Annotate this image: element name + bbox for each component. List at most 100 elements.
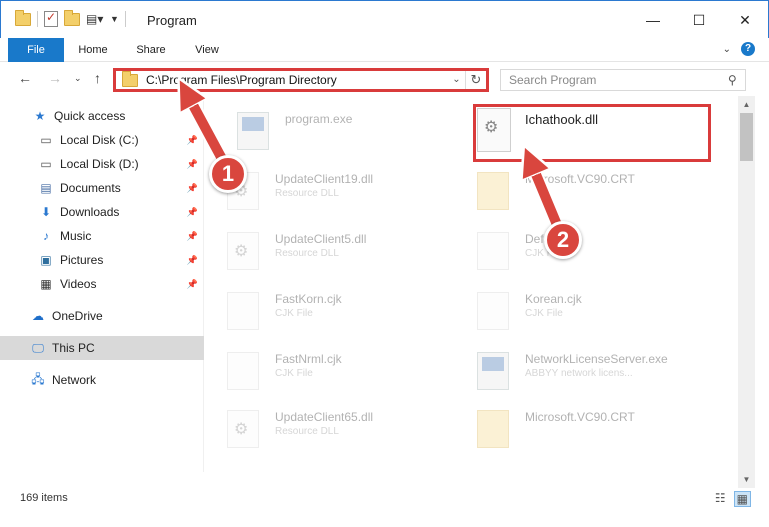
folder-icon — [477, 172, 509, 210]
search-input[interactable]: Search Program — [509, 73, 728, 87]
sidebar-item-label: Videos — [60, 277, 97, 291]
sidebar-item-this-pc[interactable]: 🖵 This PC — [0, 336, 204, 360]
sidebar-item-onedrive[interactable]: ☁ OneDrive — [0, 304, 204, 328]
file-type: Resource DLL — [275, 248, 339, 259]
search-box[interactable]: Search Program ⚲ — [500, 69, 746, 91]
file-item[interactable]: program.exe — [215, 104, 455, 154]
star-icon: ★ — [34, 109, 46, 123]
sidebar-item-documents[interactable]: ▤ Documents 📌 — [0, 176, 204, 200]
close-button[interactable]: ✕ — [722, 1, 768, 39]
file-icon — [477, 292, 509, 330]
properties-icon[interactable] — [44, 10, 58, 27]
computer-icon: 🖵 — [32, 340, 44, 355]
address-path[interactable]: C:\Program Files\Program Directory — [146, 73, 448, 87]
sidebar-item-label: Local Disk (D:) — [60, 157, 139, 171]
tab-file[interactable]: File — [8, 38, 64, 62]
status-bar: 169 items ☷ ▦ — [0, 488, 769, 510]
pin-icon[interactable]: 📌 — [187, 159, 198, 170]
minimize-button[interactable]: — — [630, 1, 676, 39]
toolbar-divider — [124, 11, 126, 27]
file-icon — [227, 292, 259, 330]
scroll-up-icon[interactable]: ▲ — [738, 96, 755, 113]
file-name: NetworkLicenseServer.exe — [525, 352, 668, 366]
videos-icon: ▦ — [40, 277, 52, 291]
file-item[interactable]: Korean.cjk CJK File — [455, 284, 695, 334]
pin-icon[interactable]: 📌 — [187, 279, 198, 290]
pin-icon[interactable]: 📌 — [187, 255, 198, 266]
sidebar-item-label: Documents — [60, 181, 121, 195]
file-type: ABBYY network licens... — [525, 368, 633, 379]
sidebar-item-pictures[interactable]: ▣ Pictures 📌 — [0, 248, 204, 272]
window-controls: — ☐ ✕ — [630, 1, 768, 39]
search-icon[interactable]: ⚲ — [728, 73, 737, 87]
sidebar-item-videos[interactable]: ▦ Videos 📌 — [0, 272, 204, 296]
navigation-pane: ★ Quick access ▭ Local Disk (C:) 📌 ▭ Loc… — [0, 100, 204, 472]
scroll-down-icon[interactable]: ▼ — [738, 471, 755, 488]
expand-ribbon-icon[interactable]: ⌄ — [723, 44, 731, 55]
sidebar-item-label: Pictures — [60, 253, 104, 267]
file-item[interactable]: Microsoft.VC90.CRT — [455, 164, 695, 214]
file-item[interactable]: UpdateClient5.dll Resource DLL — [205, 224, 445, 274]
help-icon[interactable]: ? — [741, 42, 755, 56]
highlight-box — [473, 104, 711, 162]
quick-access-toolbar: ▤▾ ▼ — [15, 9, 126, 27]
sidebar-item-network[interactable]: 🖧 Network — [0, 368, 204, 392]
large-icons-view-icon[interactable]: ▦ — [733, 491, 751, 507]
recent-locations-icon[interactable]: ⌄ — [74, 73, 82, 84]
file-name: Korean.cjk — [525, 292, 582, 306]
file-name: FastKorn.cjk — [275, 292, 342, 306]
file-item[interactable]: NetworkLicenseServer.exe ABBYY network l… — [455, 344, 695, 394]
address-bar[interactable]: C:\Program Files\Program Directory ⌄ ↻ — [113, 68, 489, 92]
sidebar-item-label: Downloads — [60, 205, 120, 219]
folder-icon[interactable] — [15, 9, 31, 26]
pin-icon[interactable]: 📌 — [187, 207, 198, 218]
file-type: Resource DLL — [275, 426, 339, 437]
download-icon: ⬇ — [40, 205, 52, 219]
step-badge-1: 1 — [209, 155, 247, 193]
file-type: CJK File — [275, 308, 313, 319]
tab-home[interactable]: Home — [70, 38, 116, 62]
sidebar-item-quick-access[interactable]: ★ Quick access — [0, 104, 204, 128]
file-item[interactable]: FastKorn.cjk CJK File — [205, 284, 445, 334]
sidebar-item-label: This PC — [52, 341, 95, 355]
sidebar-item-local-disk-c[interactable]: ▭ Local Disk (C:) 📌 — [0, 128, 204, 152]
file-name: Microsoft.VC90.CRT — [525, 410, 635, 424]
forward-arrow-icon[interactable]: → — [48, 70, 62, 86]
sidebar-item-label: Network — [52, 373, 97, 387]
back-arrow-icon[interactable]: ← — [18, 70, 32, 86]
refresh-icon[interactable]: ↻ — [466, 72, 486, 88]
file-type: CJK File — [525, 308, 563, 319]
tab-share[interactable]: Share — [130, 38, 172, 62]
new-folder-icon[interactable] — [64, 9, 80, 26]
file-icon — [477, 232, 509, 270]
toolbar-divider — [37, 11, 38, 27]
sidebar-item-local-disk-d[interactable]: ▭ Local Disk (D:) 📌 — [0, 152, 204, 176]
step-badge-2: 2 — [544, 221, 582, 259]
pin-icon[interactable]: 📌 — [187, 135, 198, 146]
vertical-scrollbar[interactable]: ▲ ▼ — [738, 96, 755, 488]
gear-file-icon — [227, 232, 259, 270]
address-dropdown-icon[interactable]: ⌄ — [448, 71, 466, 89]
gear-file-icon — [227, 410, 259, 448]
sidebar-item-downloads[interactable]: ⬇ Downloads 📌 — [0, 200, 204, 224]
customize-toolbar-icon[interactable]: ▼ — [110, 14, 119, 24]
scroll-thumb[interactable] — [740, 113, 753, 161]
cloud-icon: ☁ — [32, 309, 44, 323]
documents-icon: ▤ — [40, 181, 52, 195]
file-item[interactable]: Microsoft.VC90.CRT — [455, 402, 695, 452]
view-options-icon[interactable]: ▤▾ — [86, 12, 104, 26]
file-icon — [227, 352, 259, 390]
app-icon — [237, 112, 269, 150]
sidebar-item-music[interactable]: ♪ Music 📌 — [0, 224, 204, 248]
file-item[interactable]: FastNrml.cjk CJK File — [205, 344, 445, 394]
up-arrow-icon[interactable]: ↑ — [94, 70, 101, 86]
maximize-button[interactable]: ☐ — [676, 1, 722, 39]
file-item[interactable]: UpdateClient65.dll Resource DLL — [205, 402, 445, 452]
pin-icon[interactable]: 📌 — [187, 231, 198, 242]
file-name: UpdateClient19.dll — [275, 172, 374, 186]
window-title: Program — [147, 13, 197, 28]
tab-view[interactable]: View — [186, 38, 228, 62]
details-view-icon[interactable]: ☷ — [715, 491, 726, 507]
pin-icon[interactable]: 📌 — [187, 183, 198, 194]
music-icon: ♪ — [43, 229, 49, 243]
